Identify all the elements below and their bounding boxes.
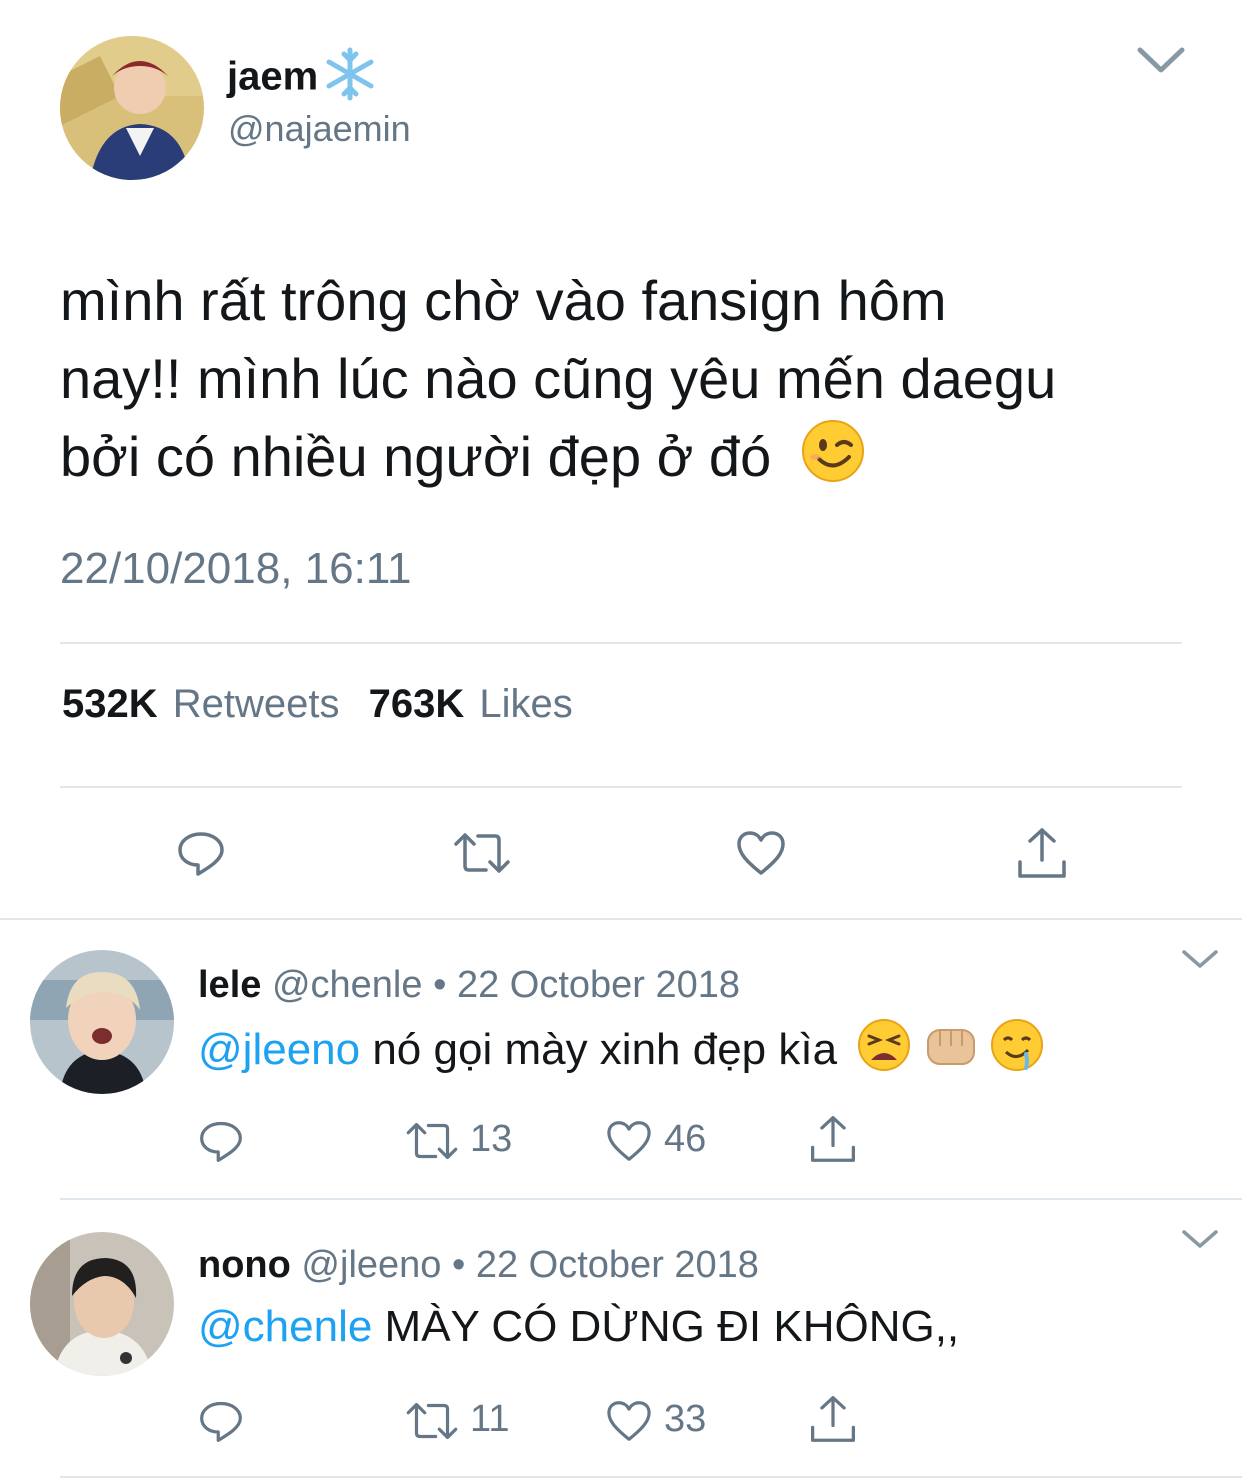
like-icon[interactable] — [606, 1120, 652, 1162]
reply-1-mention[interactable]: @jleeno — [198, 1025, 360, 1074]
snowflake-icon — [320, 44, 380, 114]
retweet-icon[interactable] — [404, 1120, 460, 1162]
reply-2-text: @chenle MÀY CÓ DỪNG ĐI KHÔNG,, — [198, 1298, 959, 1356]
divider — [60, 786, 1182, 788]
tweet-text-line-1: mình rất trông chờ vào fansign hôm — [60, 269, 947, 332]
fist-emoji — [924, 1018, 978, 1087]
like-icon[interactable] — [736, 830, 786, 876]
share-icon[interactable] — [808, 1394, 858, 1444]
share-icon[interactable] — [1016, 826, 1068, 880]
like-icon[interactable] — [606, 1400, 652, 1442]
divider — [60, 642, 1182, 644]
reply-icon[interactable] — [198, 1398, 244, 1444]
divider — [60, 1476, 1242, 1478]
tweet-text-line-3: bởi có nhiều người đẹp ở đó — [60, 418, 1210, 503]
chevron-down-icon[interactable] — [1180, 1228, 1220, 1250]
section-divider — [0, 918, 1242, 920]
tired-face-emoji — [857, 1018, 911, 1087]
retweet-icon[interactable] — [404, 1400, 460, 1442]
reply-2-like-count: 33 — [664, 1398, 707, 1440]
avatar-reply-2[interactable] — [30, 1232, 174, 1376]
reply-1-date[interactable]: • 22 October 2018 — [433, 964, 740, 1006]
tweet-stats: 532K Retweets 763K Likes — [62, 682, 573, 727]
reply-1-display-name[interactable]: lele — [198, 964, 261, 1006]
retweet-icon[interactable] — [452, 830, 512, 876]
divider — [60, 1198, 1242, 1200]
avatar-main[interactable] — [60, 36, 204, 180]
chevron-down-icon[interactable] — [1136, 44, 1186, 76]
display-name-text[interactable]: jaem — [227, 55, 318, 99]
chevron-down-icon[interactable] — [1180, 948, 1220, 970]
retweets-label[interactable]: Retweets — [173, 682, 340, 726]
drooling-face-emoji — [990, 1018, 1044, 1087]
reply-2-retweet-count: 11 — [470, 1398, 510, 1440]
reply-2-handle[interactable]: @jleeno — [301, 1244, 441, 1286]
reply-icon[interactable] — [176, 828, 226, 878]
likes-count[interactable]: 763K — [369, 682, 465, 726]
reply-2-display-name[interactable]: nono — [198, 1244, 291, 1286]
reply-2-body: MÀY CÓ DỪNG ĐI KHÔNG,, — [372, 1302, 960, 1351]
display-name[interactable]: jaem — [227, 44, 380, 114]
tweet-text: mình rất trông chờ vào fansign hôm nay!!… — [60, 262, 1210, 503]
reply-1-retweet-count: 13 — [470, 1118, 513, 1160]
timestamp[interactable]: 22/10/2018, 16:11 — [60, 544, 412, 594]
tweet-text-line-3-text: bởi có nhiều người đẹp ở đó — [60, 425, 772, 488]
likes-label[interactable]: Likes — [479, 682, 572, 726]
retweets-count[interactable]: 532K — [62, 682, 158, 726]
reply-1-handle[interactable]: @chenle — [272, 964, 423, 1006]
reply-2-header: nono @jleeno • 22 October 2018 — [198, 1244, 759, 1287]
avatar-reply-1[interactable] — [30, 950, 174, 1094]
handle[interactable]: @najaemin — [228, 108, 411, 150]
reply-1-like-count: 46 — [664, 1118, 707, 1160]
share-icon[interactable] — [808, 1114, 858, 1164]
reply-1-header: lele @chenle • 22 October 2018 — [198, 964, 740, 1007]
tweet-text-line-2: nay!! mình lúc nào cũng yêu mến daegu — [60, 347, 1057, 410]
reply-1-body: nó gọi mày xinh đẹp kìa — [360, 1025, 838, 1075]
reply-icon[interactable] — [198, 1118, 244, 1164]
reply-2-date[interactable]: • 22 October 2018 — [452, 1244, 759, 1286]
reply-2-mention[interactable]: @chenle — [198, 1302, 372, 1351]
reply-1-text: @jleeno nó gọi mày xinh đẹp kìa — [198, 1018, 1044, 1087]
winking-face-emoji — [801, 419, 865, 503]
